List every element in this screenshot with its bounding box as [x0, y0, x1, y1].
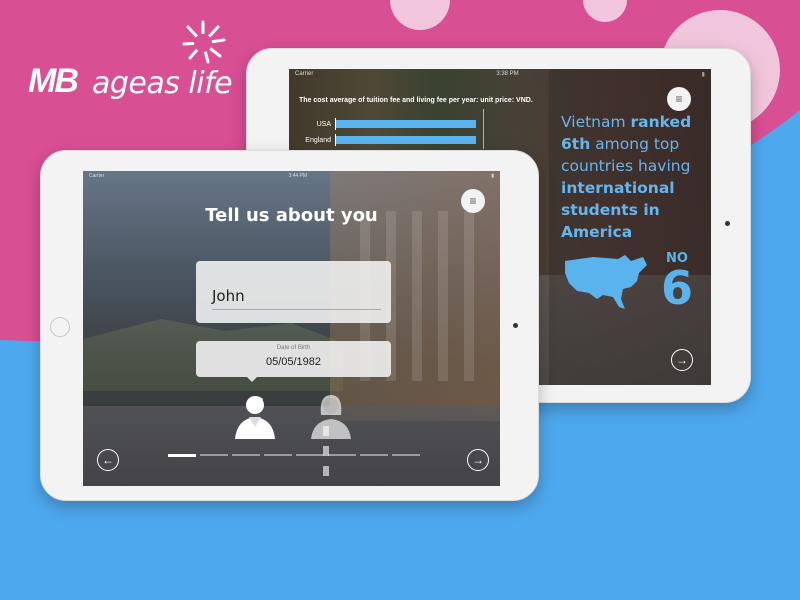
- name-field[interactable]: John: [196, 261, 391, 323]
- date-of-birth-field[interactable]: Date of Birth 05/05/1982: [196, 341, 391, 377]
- page-title: Tell us about you: [205, 205, 378, 226]
- home-button: [50, 317, 70, 337]
- next-button[interactable]: →: [671, 349, 693, 371]
- chart-title: The cost average of tuition fee and livi…: [299, 97, 533, 104]
- camera: [513, 323, 518, 328]
- bar-england: [336, 136, 476, 144]
- arrow-right-icon: →: [676, 353, 688, 367]
- bar-label: USA: [316, 120, 331, 128]
- hamburger-icon: ≡: [675, 92, 683, 106]
- front-screen: Carrier 3:44 PM ▮ Tell us about you ≡ Jo…: [83, 171, 500, 486]
- status-bar: Carrier 3:44 PM ▮: [89, 173, 494, 179]
- dob-label: Date of Birth: [276, 345, 311, 351]
- usa-map-icon: [565, 255, 647, 309]
- dob-value[interactable]: 05/05/1982: [196, 356, 391, 368]
- progress-step: [328, 454, 356, 456]
- step-progress: [168, 454, 420, 457]
- front-tablet: Carrier 3:44 PM ▮ Tell us about you ≡ Jo…: [40, 150, 539, 501]
- progress-step: [200, 454, 228, 456]
- starburst-icon: [182, 20, 226, 64]
- progress-step: [232, 454, 260, 456]
- male-avatar-icon[interactable]: [231, 393, 279, 439]
- bar-label: England: [305, 136, 331, 144]
- arrow-left-icon: ←: [102, 453, 114, 467]
- camera: [725, 221, 730, 226]
- progress-step: [168, 454, 196, 457]
- bar-usa: [336, 120, 476, 128]
- arrow-right-icon: →: [472, 453, 484, 467]
- female-avatar-icon[interactable]: [307, 393, 355, 439]
- progress-step: [360, 454, 388, 456]
- logo-mark: MB: [28, 62, 79, 100]
- menu-button[interactable]: ≡: [667, 87, 691, 111]
- ranking-fact: Vietnam ranked 6th among top countries h…: [561, 113, 692, 241]
- progress-step: [392, 454, 420, 456]
- bar-row-england: England: [299, 134, 476, 146]
- bar-row-usa: USA: [299, 118, 476, 130]
- previous-button[interactable]: ←: [97, 449, 119, 471]
- logo-wordmark: ageas life: [92, 66, 233, 101]
- rank-number: 6: [661, 261, 694, 315]
- brand-logo: MB ageas life: [28, 18, 238, 101]
- progress-step: [264, 454, 292, 456]
- next-button[interactable]: →: [467, 449, 489, 471]
- menu-button[interactable]: ≡: [461, 189, 485, 213]
- progress-step: [296, 454, 324, 456]
- name-input-value[interactable]: John: [212, 287, 245, 305]
- hamburger-icon: ≡: [469, 194, 477, 208]
